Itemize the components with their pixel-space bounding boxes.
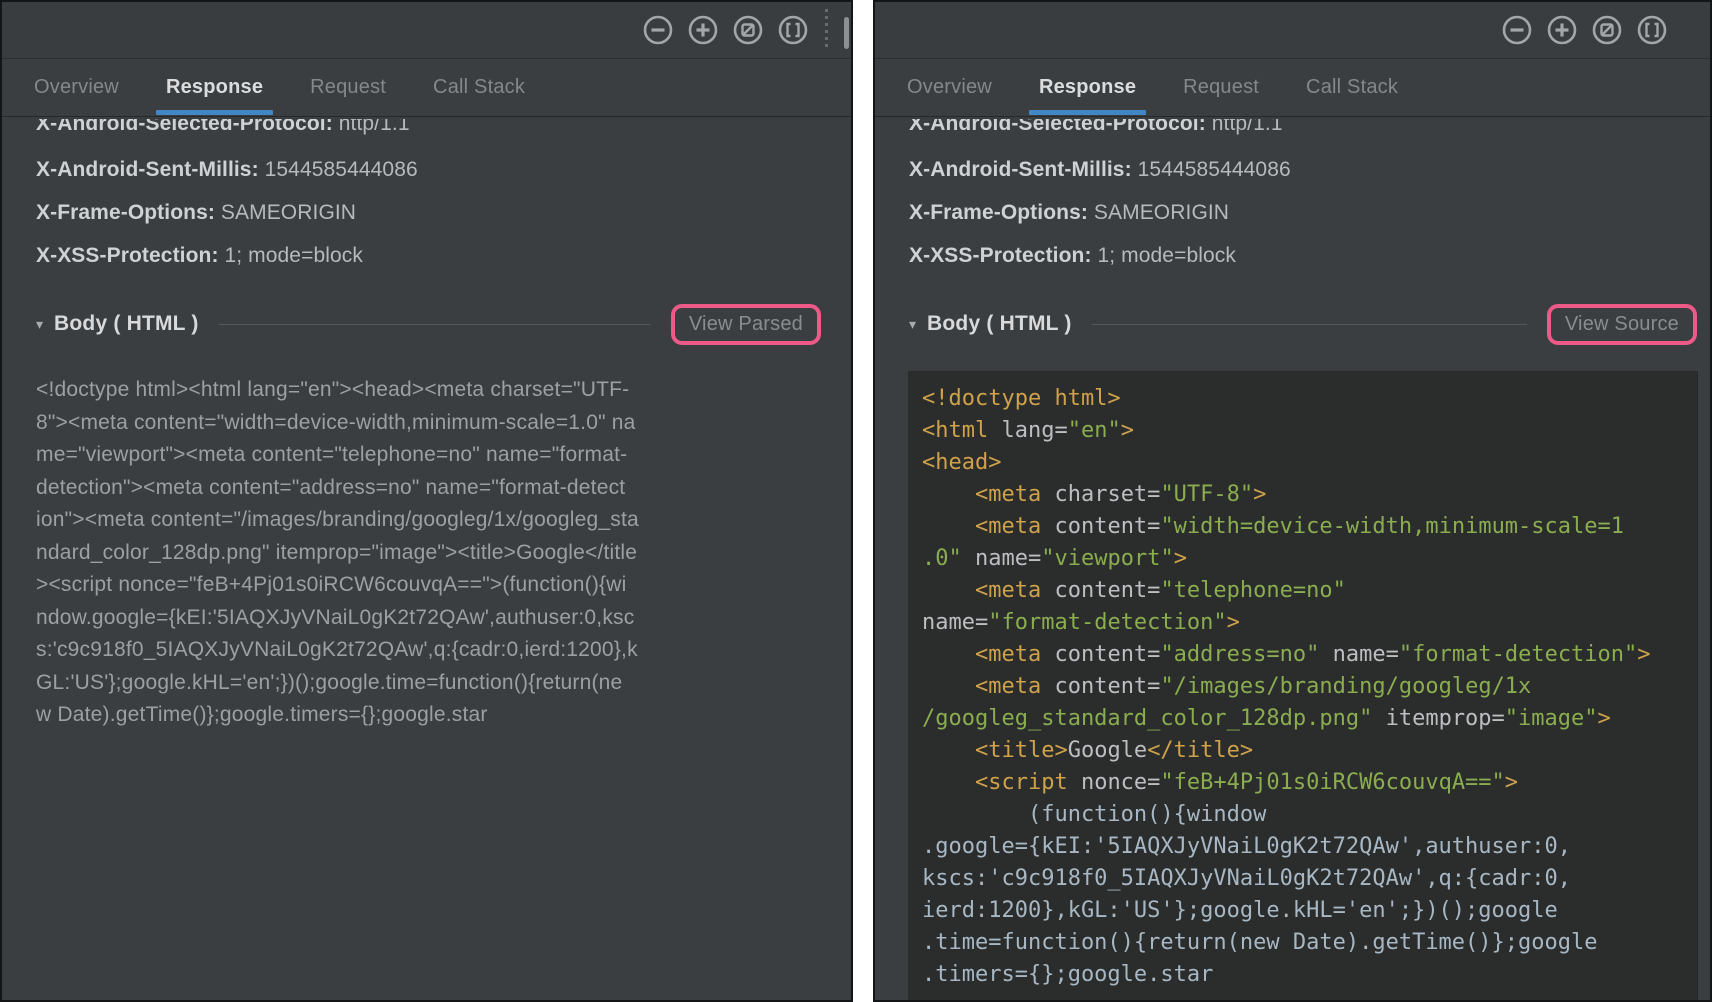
header-row: X-Android-Selected-Protocol: http/1.1 (36, 119, 789, 142)
parsed-body-text: <!doctype html><html lang="en"><head><me… (36, 374, 793, 732)
section-divider (219, 324, 651, 325)
header-name: X-Frame-Options (909, 201, 1081, 224)
tab-response[interactable]: Response (1039, 59, 1136, 116)
zoom-in-button[interactable] (1546, 14, 1578, 46)
view-source-button[interactable]: View Source (1547, 304, 1697, 345)
header-name: X-Frame-Options (36, 201, 208, 224)
tab-request[interactable]: Request (310, 59, 386, 116)
header-row: X-Android-Sent-Millis: 1544585444086 (36, 155, 789, 185)
tab-response[interactable]: Response (166, 59, 263, 116)
zoom-to-selection-icon (1636, 14, 1668, 46)
header-value: http/1.1 (1212, 119, 1283, 135)
minus-circle-icon (1501, 14, 1533, 46)
zoom-to-selection-button[interactable] (777, 14, 809, 46)
minus-circle-icon (642, 14, 674, 46)
tab-overview[interactable]: Overview (907, 59, 992, 116)
section-divider (1092, 324, 1527, 325)
body-section-title: Body ( HTML ) (54, 312, 199, 336)
zoom-to-selection-button[interactable] (1636, 14, 1668, 46)
plus-circle-icon (687, 14, 719, 46)
tab-request[interactable]: Request (1183, 59, 1259, 116)
zoom-out-button[interactable] (1501, 14, 1533, 46)
header-row: X-Frame-Options: SAMEORIGIN (36, 198, 789, 228)
header-value: SAMEORIGIN (1094, 201, 1229, 224)
collapse-triangle-icon[interactable]: ▾ (36, 316, 43, 333)
header-name: X-Android-Sent-Millis (36, 158, 252, 181)
header-value: 1544585444086 (1138, 158, 1291, 181)
network-inspector-panel-source: Overview Response Request Call Stack X-A… (873, 0, 1712, 1002)
source-code-block: <!doctype html><html lang="en"><head> <m… (908, 371, 1698, 1001)
header-row: X-XSS-Protection: 1; mode=block (36, 241, 789, 271)
reset-zoom-icon (1591, 14, 1623, 46)
reset-zoom-button[interactable] (732, 14, 764, 46)
header-value: 1; mode=block (1098, 244, 1236, 267)
zoom-to-selection-icon (777, 14, 809, 46)
network-inspector-panel-parsed: Overview Response Request Call Stack X-A… (0, 0, 853, 1002)
collapse-triangle-icon[interactable]: ▾ (909, 316, 916, 333)
reset-zoom-icon (732, 14, 764, 46)
body-section-header: ▾ Body ( HTML ) View Source (909, 299, 1697, 349)
zoom-out-button[interactable] (642, 14, 674, 46)
plus-circle-icon (1546, 14, 1578, 46)
header-name: X-Android-Sent-Millis (909, 158, 1125, 181)
header-value: http/1.1 (339, 119, 410, 135)
header-name: X-XSS-Protection (36, 244, 211, 267)
header-value: 1; mode=block (225, 244, 363, 267)
detail-tabs: Overview Response Request Call Stack (875, 59, 1710, 117)
tab-call-stack[interactable]: Call Stack (433, 59, 525, 116)
header-name: X-Android-Selected-Protocol (909, 119, 1199, 135)
view-parsed-button[interactable]: View Parsed (671, 304, 821, 345)
header-row: X-Android-Selected-Protocol: http/1.1 (909, 119, 1648, 142)
pane-grip-handle[interactable] (825, 9, 828, 51)
header-row: X-Android-Sent-Millis: 1544585444086 (909, 155, 1648, 185)
tab-call-stack[interactable]: Call Stack (1306, 59, 1398, 116)
header-name: X-XSS-Protection (909, 244, 1084, 267)
response-content: X-Android-Selected-Protocol: http/1.1 X-… (2, 117, 851, 732)
header-row: X-Frame-Options: SAMEORIGIN (909, 198, 1648, 228)
profiler-toolbar (2, 2, 851, 59)
header-value: 1544585444086 (265, 158, 418, 181)
tab-overview[interactable]: Overview (34, 59, 119, 116)
vertical-scrollbar-thumb[interactable] (844, 17, 849, 49)
response-content: X-Android-Selected-Protocol: http/1.1 X-… (875, 117, 1710, 1001)
zoom-in-button[interactable] (687, 14, 719, 46)
header-name: X-Android-Selected-Protocol (36, 119, 326, 135)
body-section-header: ▾ Body ( HTML ) View Parsed (36, 299, 821, 349)
detail-tabs: Overview Response Request Call Stack (2, 59, 851, 117)
body-section-title: Body ( HTML ) (927, 312, 1072, 336)
header-value: SAMEORIGIN (221, 201, 356, 224)
profiler-toolbar (875, 2, 1710, 59)
reset-zoom-button[interactable] (1591, 14, 1623, 46)
header-row: X-XSS-Protection: 1; mode=block (909, 241, 1648, 271)
